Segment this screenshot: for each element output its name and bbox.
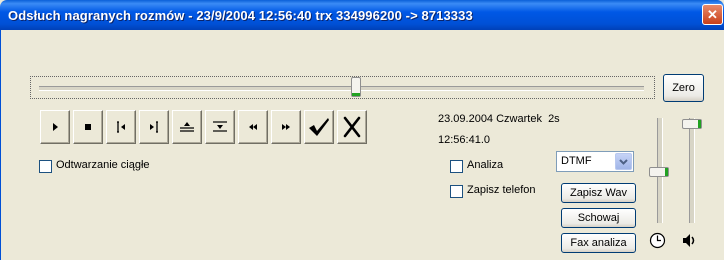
zapisz-telefon-label: Zapisz telefon xyxy=(467,184,536,196)
time-info: 12:56:41.0 xyxy=(438,134,490,146)
position-slider-groove xyxy=(39,86,644,91)
fast-forward-icon xyxy=(282,124,290,130)
eject-down-icon xyxy=(213,121,227,132)
checkmark-icon xyxy=(309,118,329,136)
go-end-icon xyxy=(150,121,158,133)
go-end-button[interactable] xyxy=(139,110,169,144)
zero-button[interactable]: Zero xyxy=(663,74,704,102)
zapisz-wav-button[interactable]: Zapisz Wav xyxy=(561,183,636,203)
window-title: Odsłuch nagranych rozmów - 23/9/2004 12:… xyxy=(8,8,473,23)
chevron-down-icon[interactable] xyxy=(615,153,632,170)
volume-slider-thumb[interactable] xyxy=(682,119,702,129)
position-slider[interactable] xyxy=(30,76,655,99)
title-bar: Odsłuch nagranych rozmów - 23/9/2004 12:… xyxy=(0,0,724,30)
go-start-button[interactable] xyxy=(106,110,136,144)
mode-select-value: DTMF xyxy=(561,155,592,167)
stop-button[interactable] xyxy=(73,110,103,144)
eject-up-icon xyxy=(180,122,194,132)
speaker-icon xyxy=(683,234,695,247)
schowaj-button[interactable]: Schowaj xyxy=(561,208,636,228)
analiza-label: Analiza xyxy=(467,159,504,171)
volume-slider-track xyxy=(689,118,695,223)
fast-forward-button[interactable] xyxy=(271,110,301,144)
volume-slider[interactable] xyxy=(682,118,702,223)
position-slider-thumb[interactable] xyxy=(351,77,361,97)
odtwarzanie-checkbox[interactable] xyxy=(39,160,52,173)
play-icon xyxy=(53,123,58,131)
speed-slider-thumb[interactable] xyxy=(649,167,669,177)
speed-slider[interactable] xyxy=(649,118,669,223)
fax-analiza-button[interactable]: Fax analiza xyxy=(561,233,636,253)
clock-icon xyxy=(649,232,666,249)
go-start-icon xyxy=(117,121,125,133)
date-info: 23.09.2004 Czwartek 2s xyxy=(438,113,560,125)
cross-icon xyxy=(343,116,361,138)
reject-button[interactable] xyxy=(337,110,367,144)
eject-down-button[interactable] xyxy=(205,110,235,144)
play-button[interactable] xyxy=(40,110,70,144)
transport-toolbar xyxy=(40,110,370,146)
zapisz-telefon-checkbox[interactable] xyxy=(450,185,463,198)
mode-select[interactable]: DTMF xyxy=(556,151,634,172)
analiza-checkbox[interactable] xyxy=(450,160,463,173)
eject-up-button[interactable] xyxy=(172,110,202,144)
rewind-button[interactable] xyxy=(238,110,268,144)
close-button[interactable]: ✕ xyxy=(702,4,723,25)
stop-icon xyxy=(85,124,91,130)
accept-button[interactable] xyxy=(304,110,334,144)
odtwarzanie-label: Odtwarzanie ciągłe xyxy=(56,159,150,171)
rewind-icon xyxy=(249,124,257,130)
